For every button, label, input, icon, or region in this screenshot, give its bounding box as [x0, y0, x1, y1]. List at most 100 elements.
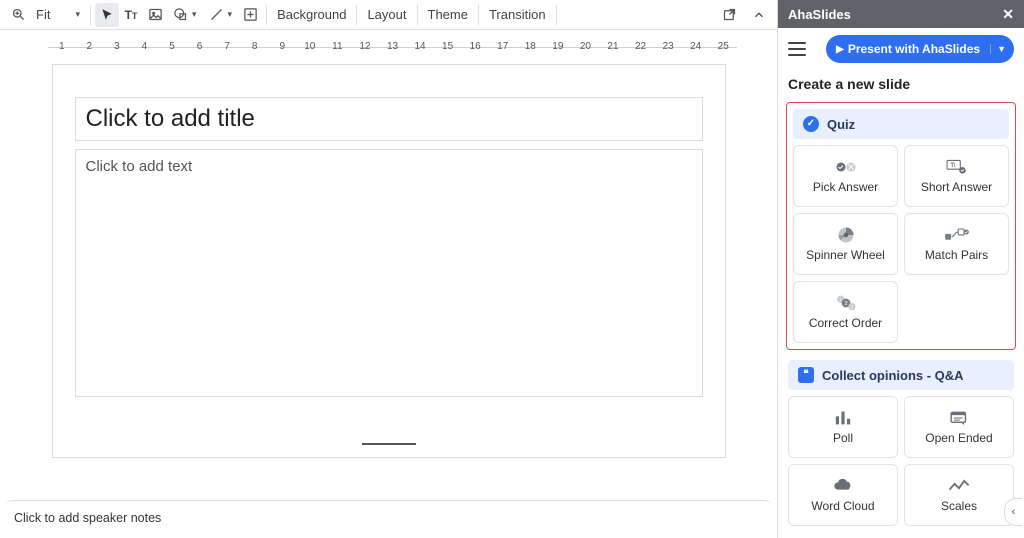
chevron-down-icon: ▾ [75, 9, 80, 20]
separator [266, 5, 267, 25]
theme-button[interactable]: Theme [422, 3, 474, 27]
background-button[interactable]: Background [271, 3, 352, 27]
ruler-tick: 15 [442, 41, 453, 52]
pick-answer-card[interactable]: Pick Answer [793, 145, 898, 207]
layout-button[interactable]: Layout [361, 3, 412, 27]
ruler-tick: 23 [663, 41, 674, 52]
quiz-section-head[interactable]: ✓ Quiz [793, 109, 1009, 139]
ruler-tick: 9 [279, 41, 285, 52]
ruler-tick: 18 [525, 41, 536, 52]
create-slide-heading: Create a new slide [786, 70, 1016, 102]
short-answer-icon: T [946, 158, 968, 176]
opinions-section: ❝ Collect opinions - Q&A Poll Open Ended W… [786, 360, 1016, 526]
separator [90, 5, 91, 25]
open-ended-icon [949, 409, 969, 427]
correct-order-card[interactable]: 123 Correct Order [793, 281, 898, 343]
layout-label: Layout [367, 7, 406, 22]
sidebar-title: AhaSlides [788, 7, 1002, 22]
open-ended-card[interactable]: Open Ended [904, 396, 1014, 458]
speaker-notes-placeholder: Click to add speaker notes [14, 511, 161, 525]
ruler-tick: 24 [690, 41, 701, 52]
shape-tool[interactable]: ▾ [167, 3, 203, 27]
opinions-section-head[interactable]: ❝ Collect opinions - Q&A [788, 360, 1014, 390]
separator [556, 5, 557, 25]
match-pairs-card[interactable]: Match Pairs [904, 213, 1009, 275]
ruler-tick: 13 [387, 41, 398, 52]
svg-text:3: 3 [850, 305, 853, 311]
opinions-title: Collect opinions - Q&A [822, 368, 964, 383]
present-label: Present with AhaSlides [848, 42, 980, 56]
spinner-wheel-card[interactable]: Spinner Wheel [793, 213, 898, 275]
present-button[interactable]: ▶ Present with AhaSlides ▼ [826, 35, 1014, 63]
body-placeholder[interactable]: Click to add text [75, 149, 703, 397]
card-label: Open Ended [925, 431, 992, 445]
ruler-tick: 12 [359, 41, 370, 52]
card-label: Short Answer [921, 180, 992, 194]
quiz-title: Quiz [827, 117, 855, 132]
slide[interactable]: Click to add title Click to add text [52, 64, 726, 458]
scales-icon [948, 477, 970, 495]
comment-tool[interactable] [238, 3, 262, 27]
ruler-tick: 3 [114, 41, 120, 52]
theme-label: Theme [428, 7, 468, 22]
slide-number-placeholder [362, 443, 416, 445]
ruler-tick: 17 [497, 41, 508, 52]
background-label: Background [277, 7, 346, 22]
ruler-tick: 16 [470, 41, 481, 52]
line-tool[interactable]: ▾ [203, 3, 239, 27]
scales-card[interactable]: Scales [904, 464, 1014, 526]
pick-answer-icon [835, 158, 857, 176]
chevron-down-icon: ▾ [192, 9, 197, 20]
collapse-toolbar-icon[interactable] [747, 3, 771, 27]
chevron-down-icon: ▼ [990, 44, 1006, 54]
separator [478, 5, 479, 25]
svg-text:2: 2 [844, 301, 847, 307]
ruler-tick: 19 [552, 41, 563, 52]
speaker-notes[interactable]: Click to add speaker notes [6, 500, 771, 538]
card-label: Poll [833, 431, 853, 445]
card-label: Pick Answer [813, 180, 878, 194]
title-placeholder-text: Click to add title [86, 105, 255, 133]
card-label: Spinner Wheel [806, 248, 885, 262]
ruler-tick: 4 [142, 41, 148, 52]
ruler-tick: 2 [87, 41, 93, 52]
correct-order-icon: 123 [835, 294, 857, 312]
select-tool[interactable] [95, 3, 119, 27]
zoom-select[interactable]: Fit ▾ [30, 3, 86, 27]
body-placeholder-text: Click to add text [86, 158, 193, 175]
ahaslides-sidebar: AhaSlides ✕ ▶ Present with AhaSlides ▼ C… [777, 0, 1024, 538]
zoom-label: Fit [36, 7, 50, 22]
transition-button[interactable]: Transition [483, 3, 552, 27]
menu-icon[interactable] [788, 36, 814, 62]
open-in-new-icon[interactable] [717, 3, 741, 27]
card-label: Match Pairs [925, 248, 988, 262]
ruler-tick: 14 [414, 41, 425, 52]
card-label: Correct Order [809, 316, 882, 330]
poll-card[interactable]: Poll [788, 396, 898, 458]
text-box-tool[interactable]: TT [119, 3, 143, 27]
close-icon[interactable]: ✕ [1002, 6, 1014, 23]
slide-canvas: Click to add title Click to add text [0, 52, 777, 500]
ruler-tick: 1 [59, 41, 65, 52]
card-label: Scales [941, 499, 977, 513]
ruler-tick: 5 [169, 41, 175, 52]
separator [356, 5, 357, 25]
word-cloud-icon [832, 477, 854, 495]
zoom-in-icon[interactable] [6, 3, 30, 27]
image-tool[interactable] [143, 3, 167, 27]
short-answer-card[interactable]: T Short Answer [904, 145, 1009, 207]
svg-text:T: T [950, 163, 954, 169]
spinner-wheel-icon [836, 226, 856, 244]
ruler-tick: 21 [607, 41, 618, 52]
expand-panel-icon[interactable]: ‹ [1004, 498, 1022, 526]
ruler-tick: 10 [304, 41, 315, 52]
sidebar-header: AhaSlides ✕ [778, 0, 1024, 28]
ruler-tick: 11 [332, 41, 342, 52]
word-cloud-card[interactable]: Word Cloud [788, 464, 898, 526]
transition-label: Transition [489, 7, 546, 22]
quiz-section: ✓ Quiz Pick Answer T Short Answer Spinner W… [786, 102, 1016, 350]
poll-icon [833, 409, 853, 427]
chat-icon: ❝ [798, 367, 814, 383]
title-placeholder[interactable]: Click to add title [75, 97, 703, 141]
separator [417, 5, 418, 25]
